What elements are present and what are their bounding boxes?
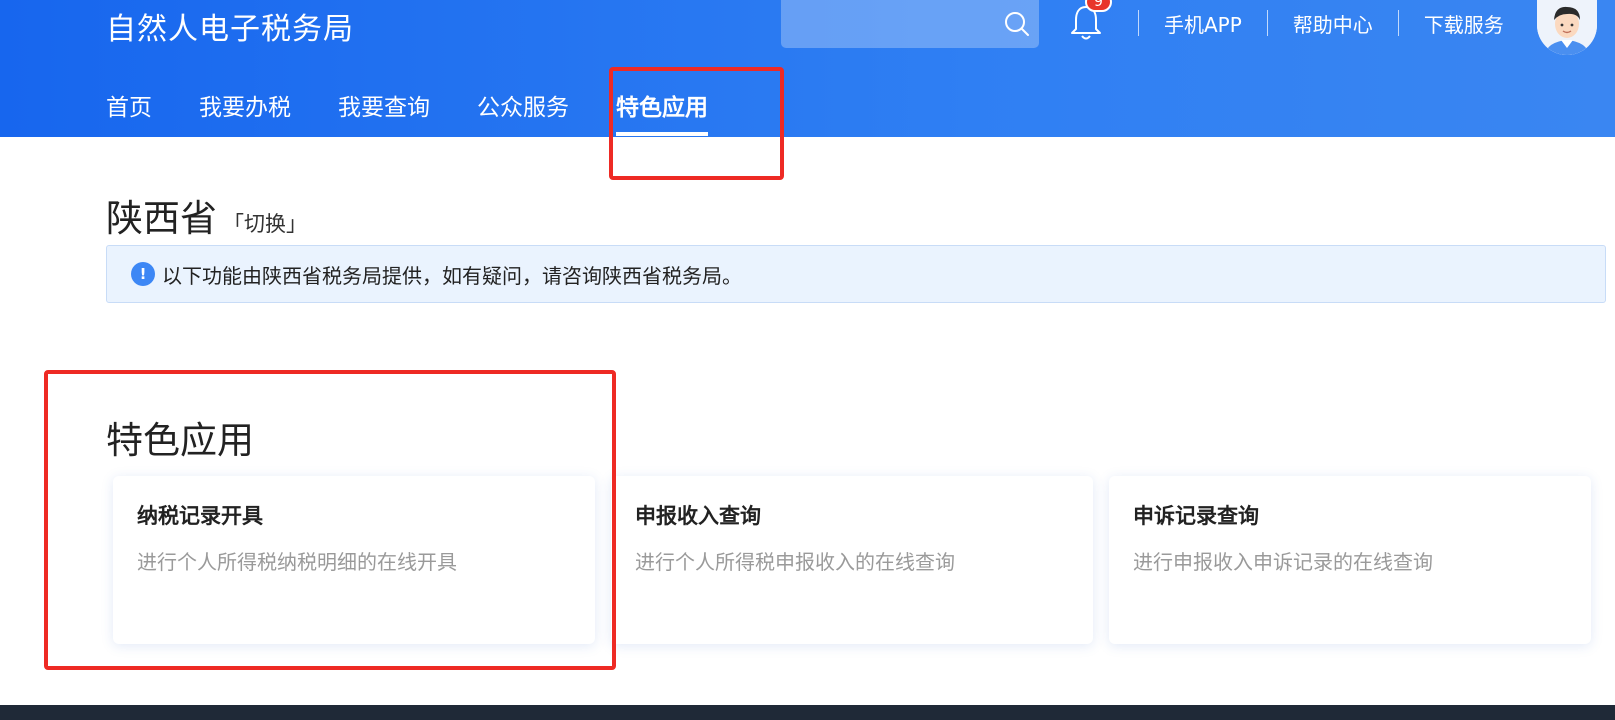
card-desc: 进行申报收入申诉记录的在线查询 bbox=[1133, 550, 1433, 574]
nav-query[interactable]: 我要查询 bbox=[338, 88, 430, 137]
province-name: 陕西省 bbox=[106, 197, 217, 240]
nav-home[interactable]: 首页 bbox=[106, 88, 152, 137]
highlight-box-nav bbox=[609, 67, 784, 180]
card-title: 申报收入查询 bbox=[635, 504, 761, 528]
top-header: 自然人电子税务局 9 手机APP 帮助中心 下载服务 首页 我要办税 我要查询 … bbox=[0, 0, 1615, 137]
nav-tax-filing[interactable]: 我要办税 bbox=[199, 88, 291, 137]
notification-badge: 9 bbox=[1085, 0, 1112, 12]
header-links: 手机APP 帮助中心 下载服务 bbox=[1138, 8, 1529, 38]
avatar-icon bbox=[1537, 0, 1597, 55]
province-switch-link[interactable]: 「切换」 bbox=[223, 208, 307, 238]
mobile-app-link[interactable]: 手机APP bbox=[1139, 9, 1267, 38]
info-icon: ! bbox=[131, 262, 155, 286]
search-icon[interactable] bbox=[1003, 10, 1031, 38]
download-service-link[interactable]: 下载服务 bbox=[1399, 9, 1529, 38]
footer-bar bbox=[0, 705, 1615, 720]
highlight-box-card bbox=[44, 370, 616, 670]
help-center-link[interactable]: 帮助中心 bbox=[1268, 9, 1398, 38]
province-header: 陕西省 「切换」 bbox=[106, 188, 307, 242]
site-logo[interactable]: 自然人电子税务局 bbox=[106, 4, 354, 48]
info-notice: ! 以下功能由陕西省税务局提供，如有疑问，请咨询陕西省税务局。 bbox=[106, 245, 1606, 303]
card-appeal-query[interactable]: 申诉记录查询 进行申报收入申诉记录的在线查询 bbox=[1109, 476, 1591, 644]
notice-text: 以下功能由陕西省税务局提供，如有疑问，请咨询陕西省税务局。 bbox=[162, 263, 742, 288]
page: 自然人电子税务局 9 手机APP 帮助中心 下载服务 首页 我要办税 我要查询 … bbox=[0, 0, 1615, 720]
card-income-query[interactable]: 申报收入查询 进行个人所得税申报收入的在线查询 bbox=[611, 476, 1093, 644]
card-title: 申诉记录查询 bbox=[1133, 504, 1259, 528]
card-desc: 进行个人所得税申报收入的在线查询 bbox=[635, 550, 955, 574]
user-avatar[interactable] bbox=[1537, 0, 1597, 55]
nav-public-service[interactable]: 公众服务 bbox=[477, 88, 569, 137]
search-input[interactable] bbox=[781, 0, 1039, 48]
